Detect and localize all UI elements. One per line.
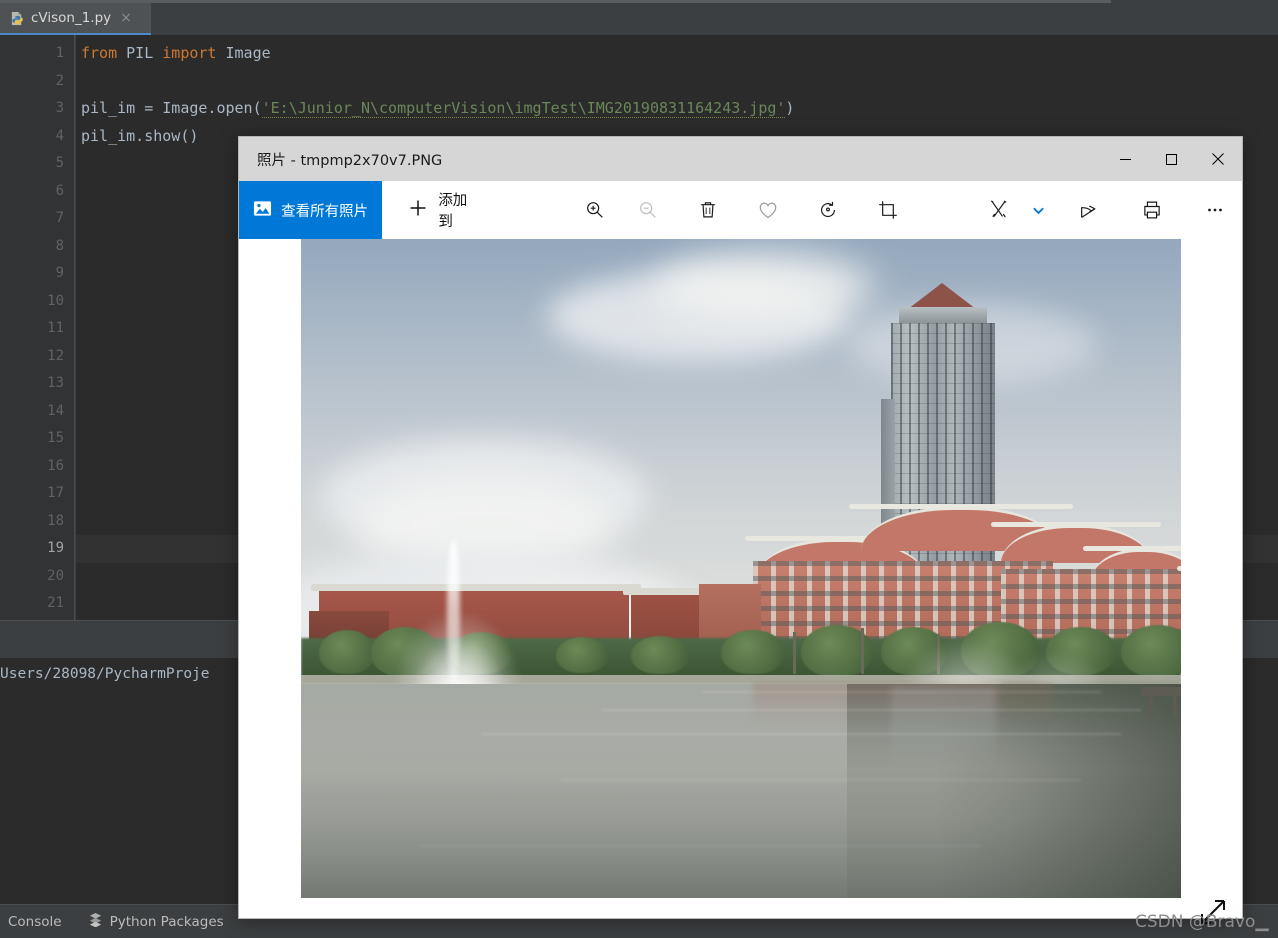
view-all-photos-button[interactable]: 查看所有照片 xyxy=(239,181,383,239)
print-icon[interactable] xyxy=(1126,181,1179,239)
photo-tree xyxy=(319,629,375,674)
photo-tower-cap xyxy=(899,307,987,323)
more-options-icon[interactable] xyxy=(1189,181,1242,239)
code-token: Image xyxy=(225,44,271,62)
line-number: 2 xyxy=(55,72,64,89)
photo-pier-post xyxy=(1173,696,1177,718)
line-number: 20 xyxy=(47,567,64,584)
close-icon[interactable] xyxy=(1194,137,1242,181)
plus-icon xyxy=(408,198,428,222)
statusbar-item-console[interactable]: Console xyxy=(8,914,62,930)
edit-draw-icon[interactable] xyxy=(972,181,1025,239)
close-icon[interactable]: × xyxy=(120,11,132,25)
photos-title-bar[interactable]: 照片 - tmpmp2x70v7.PNG xyxy=(239,137,1242,181)
code-token: from xyxy=(81,44,127,62)
photo-ripple xyxy=(481,733,1121,735)
photo-eave xyxy=(1177,566,1181,571)
editor-tab-bar: cVison_1.py × xyxy=(0,3,1278,35)
statusbar-python-packages-label: Python Packages xyxy=(109,913,224,930)
photo-museum-roof-edge xyxy=(311,584,641,591)
packages-icon xyxy=(88,912,103,931)
rotate-icon[interactable] xyxy=(801,181,854,239)
crop-icon[interactable] xyxy=(861,181,914,239)
code-token: pil_im.show() xyxy=(81,126,199,145)
editor-line-number-gutter: 1 2 3 4 5 6 7 8 9 10 11 12 13 14 15 16 17 18 19 20 21 xyxy=(0,35,75,620)
photos-app-window: 照片 - tmpmp2x70v7.PNG 查看所有照片 添加到 xyxy=(238,136,1243,919)
photo-pier-post xyxy=(1149,696,1153,718)
line-number: 10 xyxy=(47,292,64,309)
add-to-button[interactable]: 添加到 xyxy=(382,181,500,239)
zoom-in-icon[interactable] xyxy=(568,181,621,239)
photo-viewer-stage[interactable] xyxy=(239,239,1242,918)
console-output-text: Users/28098/PycharmProje xyxy=(0,666,210,682)
code-token: pil_im = Image.open( xyxy=(81,99,262,117)
toolbar-spacer-1 xyxy=(500,181,568,239)
line-number: 14 xyxy=(47,402,64,419)
minimize-icon[interactable] xyxy=(1102,137,1148,181)
line-number: 18 xyxy=(47,512,64,529)
code-line: pil_im = Image.open('E:\Junior_N\compute… xyxy=(81,95,794,123)
photos-window-title: 照片 - tmpmp2x70v7.PNG xyxy=(257,152,443,169)
code-line: from PIL import Image xyxy=(81,40,271,68)
photo-pier xyxy=(1141,687,1181,696)
line-number: 12 xyxy=(47,347,64,364)
maximize-icon[interactable] xyxy=(1148,137,1194,181)
photo-tree xyxy=(1121,624,1181,677)
photo-ripple xyxy=(421,845,981,847)
code-token: 'E:\Junior_N\computerVision\imgTest\IMG2… xyxy=(261,99,786,118)
photo-eave xyxy=(1083,546,1181,551)
window-controls xyxy=(1102,137,1242,181)
add-to-label: 添加到 xyxy=(438,193,468,230)
photo-image[interactable] xyxy=(301,239,1181,898)
photo-eave xyxy=(991,522,1161,527)
code-token: ) xyxy=(785,99,795,117)
statusbar-console-label: Console xyxy=(8,913,62,930)
line-number: 8 xyxy=(55,237,64,254)
code-line: pil_im.show() xyxy=(81,123,198,151)
line-number: 15 xyxy=(47,430,64,446)
editor-tab-label: cVison_1.py xyxy=(31,10,112,26)
line-number: 3 xyxy=(55,100,64,116)
line-number: 4 xyxy=(55,127,64,144)
photo-cloud xyxy=(653,252,873,323)
photo-palm-trunk xyxy=(793,631,796,674)
favorite-heart-icon[interactable] xyxy=(741,181,794,239)
editor-tab-cvison[interactable]: cVison_1.py × xyxy=(0,3,151,35)
photo-gallery-icon xyxy=(253,199,272,222)
photo-tree xyxy=(721,629,785,674)
photo-ripple xyxy=(601,709,1141,711)
zoom-out-icon xyxy=(621,181,674,239)
code-token: import xyxy=(162,44,226,62)
delete-icon[interactable] xyxy=(681,181,734,239)
toolbar-spacer-2 xyxy=(914,181,972,239)
line-number: 7 xyxy=(55,210,64,226)
code-token: PIL xyxy=(126,44,163,62)
statusbar-item-python-packages[interactable]: Python Packages xyxy=(88,912,224,931)
photo-eave xyxy=(849,504,1073,509)
photo-ripple xyxy=(561,779,1081,781)
photo-tree xyxy=(631,635,689,674)
line-number: 16 xyxy=(47,457,64,474)
photo-tree xyxy=(556,636,608,673)
line-number: 21 xyxy=(47,595,64,611)
line-number: 13 xyxy=(47,375,64,391)
chevron-down-icon[interactable] xyxy=(1025,181,1051,239)
line-number: 5 xyxy=(55,155,64,171)
share-icon[interactable] xyxy=(1063,181,1116,239)
line-number: 1 xyxy=(55,45,64,61)
line-number: 6 xyxy=(55,182,64,199)
photo-ripple xyxy=(701,691,1101,693)
line-number: 17 xyxy=(47,485,64,501)
line-number: 9 xyxy=(55,265,64,281)
line-number: 19 xyxy=(47,540,64,556)
line-number: 11 xyxy=(47,320,64,336)
photo-palm-trunk xyxy=(861,627,864,674)
view-all-photos-label: 查看所有照片 xyxy=(281,203,369,220)
photos-toolbar: 查看所有照片 添加到 xyxy=(239,181,1242,239)
csdn-watermark: CSDN @Bravo▁ xyxy=(1135,912,1269,932)
python-file-icon xyxy=(10,11,25,26)
